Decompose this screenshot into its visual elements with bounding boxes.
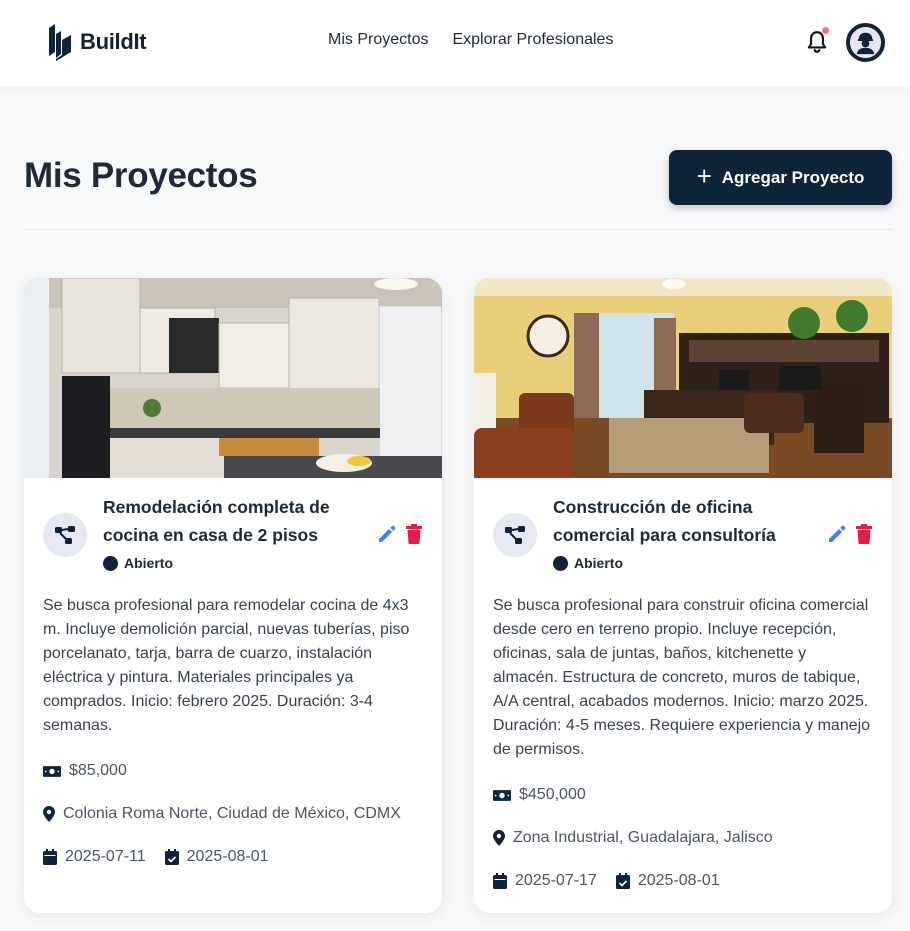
status-dot bbox=[103, 555, 118, 571]
project-description: Se busca profesional para construir ofic… bbox=[493, 597, 871, 758]
edit-pencil-icon[interactable] bbox=[827, 524, 847, 544]
location-pin-icon bbox=[43, 806, 55, 822]
dates-row: 2025-07-17 2025-08-01 bbox=[493, 872, 739, 890]
nav-links: Mis Proyectos Explorar Profesionales bbox=[328, 31, 613, 49]
location-row: Zona Industrial, Guadalajara, Jalisco bbox=[493, 829, 773, 847]
end-date: 2025-08-01 bbox=[164, 848, 269, 866]
page-title: Mis Proyectos bbox=[24, 156, 258, 195]
calendar-icon bbox=[43, 849, 57, 865]
hierarchy-icon bbox=[55, 526, 75, 544]
project-card[interactable]: Remodelación completa de cocina en casa … bbox=[24, 278, 442, 913]
calendar-check-icon bbox=[615, 873, 630, 889]
delete-trash-icon[interactable] bbox=[405, 524, 423, 544]
nav-link-mis-proyectos[interactable]: Mis Proyectos bbox=[328, 31, 428, 49]
nav-link-explorar-profesionales[interactable]: Explorar Profesionales bbox=[452, 31, 613, 49]
status-label: Abierto bbox=[124, 555, 173, 571]
budget-row: $85,000 bbox=[43, 762, 127, 780]
start-date-value: 2025-07-17 bbox=[515, 872, 597, 889]
kitchen-photo bbox=[24, 278, 442, 478]
project-type-icon bbox=[43, 513, 87, 557]
start-date: 2025-07-11 bbox=[43, 848, 146, 866]
app-name: BuildIt bbox=[80, 29, 147, 54]
end-date: 2025-08-01 bbox=[615, 872, 720, 890]
project-description: Se busca profesional para remodelar coci… bbox=[43, 597, 410, 734]
location-value: Colonia Roma Norte, Ciudad de México, CD… bbox=[63, 805, 401, 822]
money-icon bbox=[43, 765, 61, 777]
status-label: Abierto bbox=[574, 555, 623, 571]
logo-icon bbox=[49, 24, 71, 61]
delete-trash-icon[interactable] bbox=[855, 524, 873, 544]
budget-value: $85,000 bbox=[69, 762, 127, 779]
edit-pencil-icon[interactable] bbox=[377, 524, 397, 544]
dates-row: 2025-07-11 2025-08-01 bbox=[43, 848, 288, 866]
status-badge: Abierto bbox=[103, 555, 173, 571]
location-value: Zona Industrial, Guadalajara, Jalisco bbox=[513, 829, 773, 846]
location-row: Colonia Roma Norte, Ciudad de México, CD… bbox=[43, 805, 401, 823]
end-date-value: 2025-08-01 bbox=[186, 848, 269, 865]
start-date: 2025-07-17 bbox=[493, 872, 597, 890]
calendar-icon bbox=[493, 873, 507, 889]
plus-icon: + bbox=[696, 161, 712, 191]
notification-badge bbox=[822, 27, 829, 34]
money-icon bbox=[493, 789, 511, 801]
calendar-check-icon bbox=[164, 849, 179, 865]
project-title: Remodelación completa de cocina en casa … bbox=[103, 497, 330, 545]
project-card[interactable]: Construcción de oficina comercial para c… bbox=[474, 278, 892, 913]
office-photo bbox=[474, 278, 892, 478]
start-date-value: 2025-07-11 bbox=[65, 848, 146, 865]
status-dot bbox=[553, 555, 568, 571]
hierarchy-icon bbox=[505, 526, 525, 544]
add-project-button[interactable]: + Agregar Proyecto bbox=[669, 150, 892, 205]
navbar: BuildIt Mis Proyectos Explorar Profesion… bbox=[0, 0, 910, 86]
logo[interactable]: BuildIt bbox=[47, 22, 147, 62]
location-pin-icon bbox=[493, 830, 505, 846]
project-type-icon bbox=[493, 513, 537, 557]
budget-row: $450,000 bbox=[493, 786, 586, 804]
user-avatar[interactable] bbox=[846, 23, 885, 62]
status-badge: Abierto bbox=[553, 555, 623, 571]
budget-value: $450,000 bbox=[519, 786, 586, 803]
divider bbox=[24, 229, 892, 230]
add-project-label: Agregar Proyecto bbox=[721, 167, 865, 187]
project-title: Construcción de oficina comercial para c… bbox=[553, 497, 776, 545]
end-date-value: 2025-08-01 bbox=[637, 872, 720, 889]
worker-avatar-icon bbox=[849, 26, 882, 59]
